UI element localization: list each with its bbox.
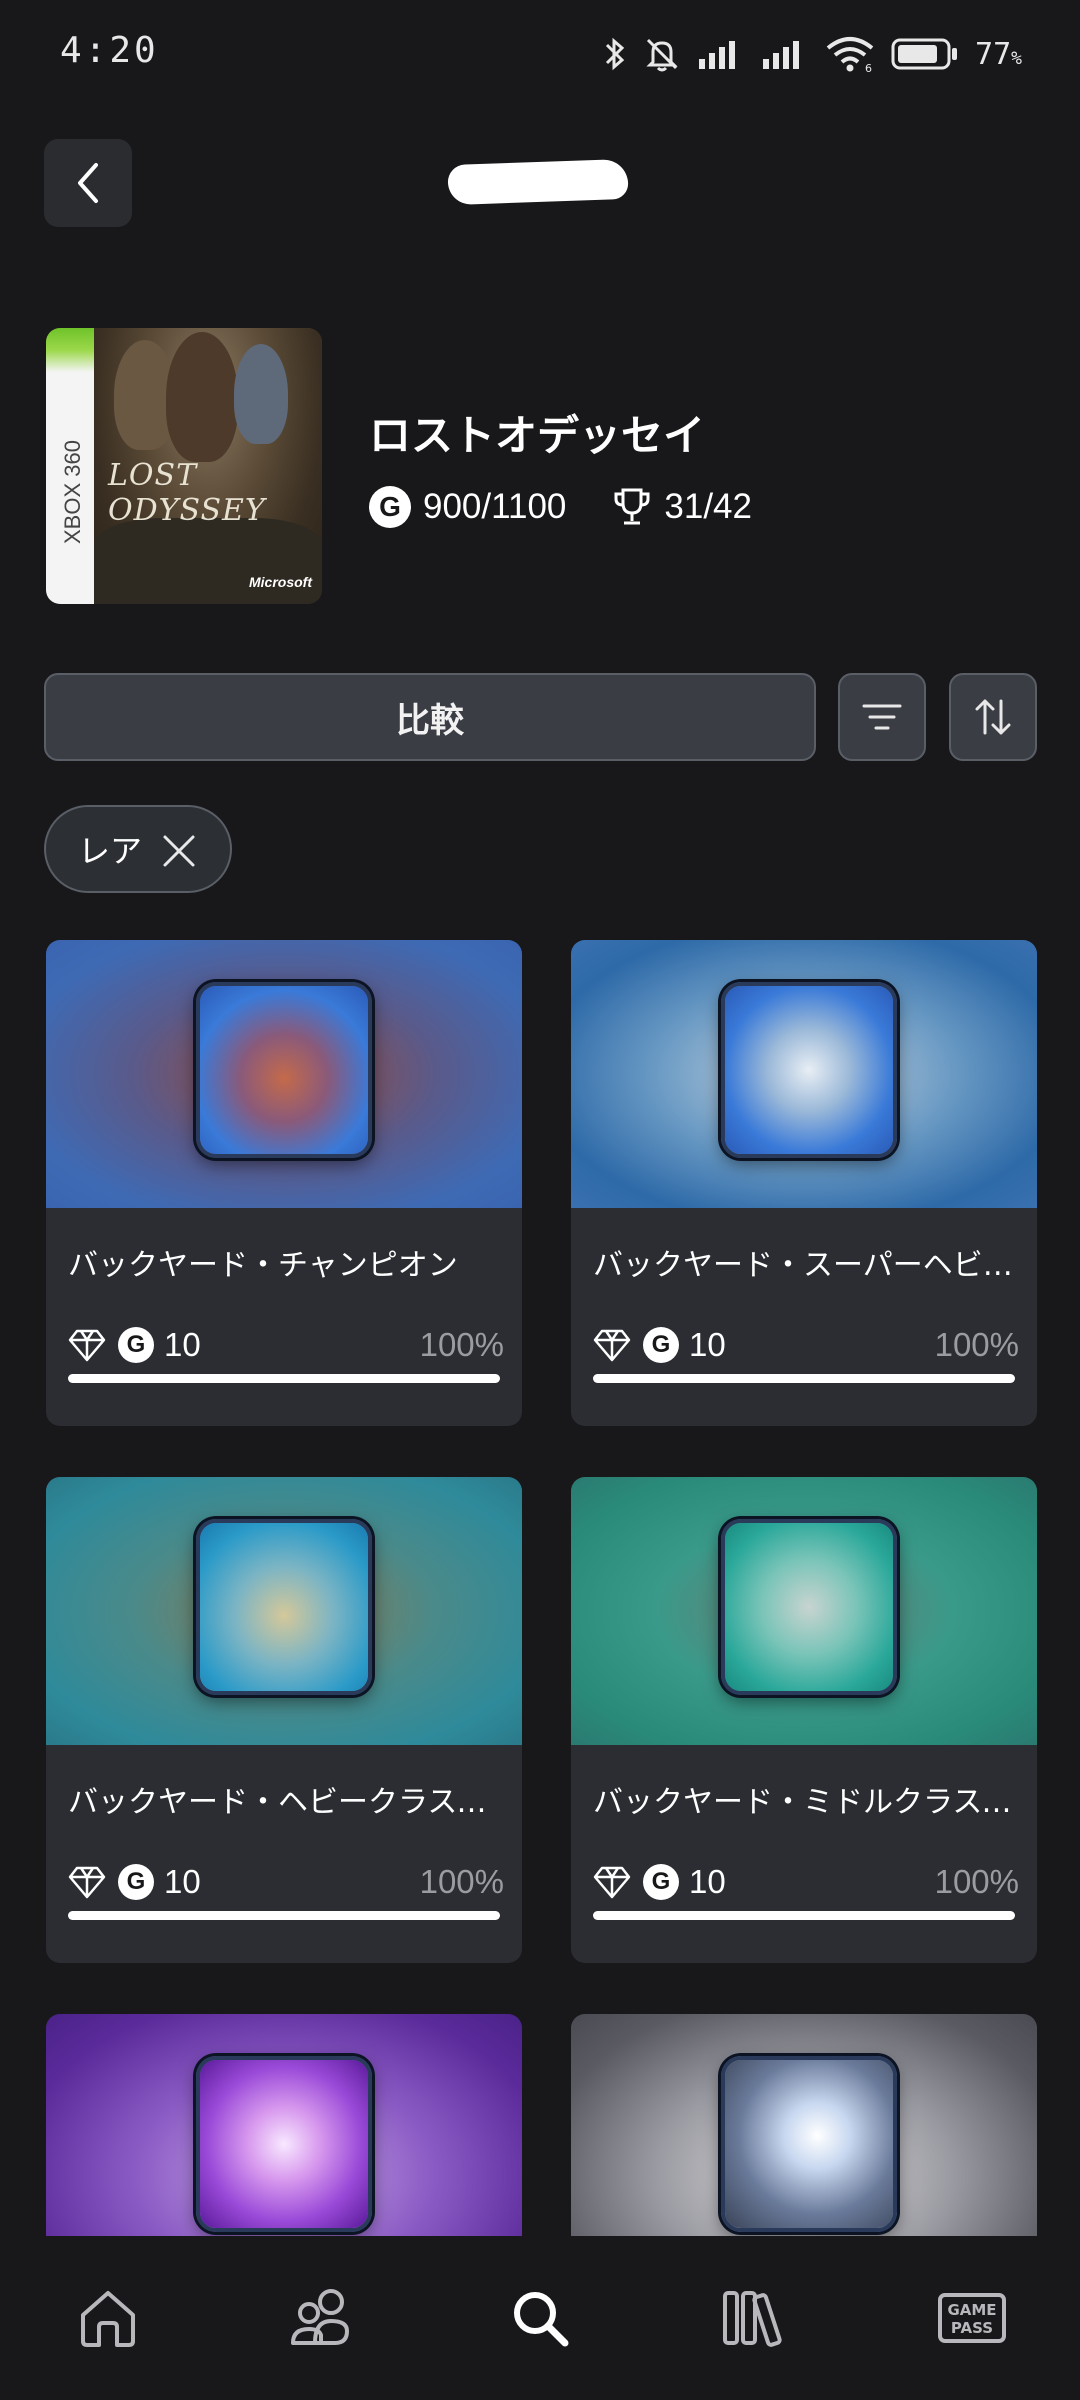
battery-percent: 77%	[975, 36, 1022, 72]
bluetooth-icon	[605, 37, 625, 71]
platform-label: XBOX 360	[60, 440, 85, 544]
friends-icon	[291, 2289, 349, 2345]
close-icon[interactable]	[162, 834, 196, 868]
chip-label: レア	[78, 832, 143, 870]
achievement-percent: 100%	[419, 1863, 504, 1900]
achievement-name: バックヤード・チャンピオン	[68, 1248, 458, 1283]
achievement-meta: G 10 100%	[593, 1852, 1019, 1912]
achievement-icon	[721, 2056, 897, 2232]
achievement-icon	[196, 982, 372, 1158]
game-stats: G 900/1100 31/42	[369, 486, 752, 528]
achievement-meta: G 10 100%	[593, 1315, 1019, 1375]
game-title: ロストオデッセイ	[369, 411, 706, 460]
achievement-score: 10	[689, 1863, 726, 1900]
platform-stripe: XBOX 360	[46, 328, 94, 604]
svg-text:PASS: PASS	[951, 2319, 993, 2337]
status-time: 4:20	[60, 30, 159, 71]
achievement-percent: 100%	[934, 1863, 1019, 1900]
sort-button[interactable]	[949, 673, 1037, 761]
gamerscore-icon: G	[369, 486, 411, 528]
achievement-card[interactable]: バックヤード・チャンピオン G 10 100%	[46, 940, 522, 1426]
achievement-icon	[721, 1519, 897, 1695]
achievement-score: 10	[164, 1326, 201, 1363]
sort-icon	[975, 699, 1011, 735]
svg-text:6: 6	[865, 62, 872, 73]
bottom-nav: GAME PASS	[0, 2236, 1080, 2400]
achievement-score: 10	[164, 1863, 201, 1900]
mute-bell-icon	[646, 38, 678, 72]
diamond-icon	[593, 1866, 631, 1899]
achievement-card[interactable]: バックヤード・スーパーヘビークラス… G 10 100%	[571, 940, 1037, 1426]
achievement-name: バックヤード・ミドルクラスマスター	[593, 1785, 1019, 1820]
nav-search[interactable]	[432, 2236, 648, 2400]
cover-art: LOST ODYSSEY Microsoft	[94, 328, 322, 604]
battery-icon	[891, 38, 958, 70]
library-icon	[723, 2291, 782, 2347]
nav-home[interactable]	[0, 2236, 216, 2400]
achievement-meta: G 10 100%	[68, 1852, 504, 1912]
redacted-username	[447, 158, 629, 206]
signal-icon	[699, 41, 736, 69]
back-button[interactable]	[44, 139, 132, 227]
achievement-percent: 100%	[934, 1326, 1019, 1363]
gamerscore-icon: G	[643, 1864, 679, 1900]
achievement-meta: G 10 100%	[68, 1315, 504, 1375]
diamond-icon	[593, 1329, 631, 1362]
nav-game-pass[interactable]: GAME PASS	[864, 2236, 1080, 2400]
achievement-icon	[196, 2056, 372, 2232]
game-pass-icon: GAMEPASS	[938, 2293, 1006, 2343]
gamerscore-icon: G	[118, 1864, 154, 1900]
nav-library[interactable]	[648, 2236, 864, 2400]
diamond-icon	[68, 1866, 106, 1899]
achievement-icon	[196, 1519, 372, 1695]
cover-publisher: Microsoft	[249, 574, 312, 590]
achievement-percent: 100%	[419, 1326, 504, 1363]
gamerscore-icon: G	[643, 1327, 679, 1363]
achievement-icon	[721, 982, 897, 1158]
search-icon	[514, 2292, 569, 2347]
compare-button[interactable]: 比較	[44, 673, 816, 761]
achievement-card[interactable]: バックヤード・ミドルクラスマスター G 10 100%	[571, 1477, 1037, 1963]
progress-bar	[68, 1911, 500, 1920]
progress-bar	[593, 1374, 1015, 1383]
wifi-icon: 6	[826, 37, 874, 73]
achievements-count: 31/42	[664, 487, 752, 526]
achievement-card[interactable]: バックヤード・ヘビークラスマスター G 10 100%	[46, 1477, 522, 1963]
signal-icon	[763, 41, 800, 69]
nav-friends[interactable]	[216, 2236, 432, 2400]
achievement-score: 10	[689, 1326, 726, 1363]
chevron-left-icon	[78, 163, 98, 203]
filter-button[interactable]	[838, 673, 926, 761]
filter-icon	[862, 704, 902, 730]
svg-text:GAME: GAME	[947, 2301, 996, 2319]
gamerscore-value: 900/1100	[423, 487, 567, 526]
rare-filter-chip[interactable]: レア	[44, 805, 232, 893]
status-bar: 4:20 6 77%	[0, 0, 1080, 110]
cover-logo: LOST ODYSSEY	[108, 458, 266, 528]
progress-bar	[68, 1374, 500, 1383]
achievement-name: バックヤード・スーパーヘビークラス…	[593, 1248, 1019, 1283]
game-cover-image: XBOX 360 LOST ODYSSEY Microsoft	[46, 328, 322, 604]
gamerscore-icon: G	[118, 1327, 154, 1363]
diamond-icon	[68, 1329, 106, 1362]
home-icon	[81, 2291, 135, 2347]
status-icons: 6 77%	[603, 30, 1022, 78]
progress-bar	[593, 1911, 1015, 1920]
trophy-icon	[614, 488, 650, 525]
achievement-name: バックヤード・ヘビークラスマスター	[68, 1785, 504, 1820]
